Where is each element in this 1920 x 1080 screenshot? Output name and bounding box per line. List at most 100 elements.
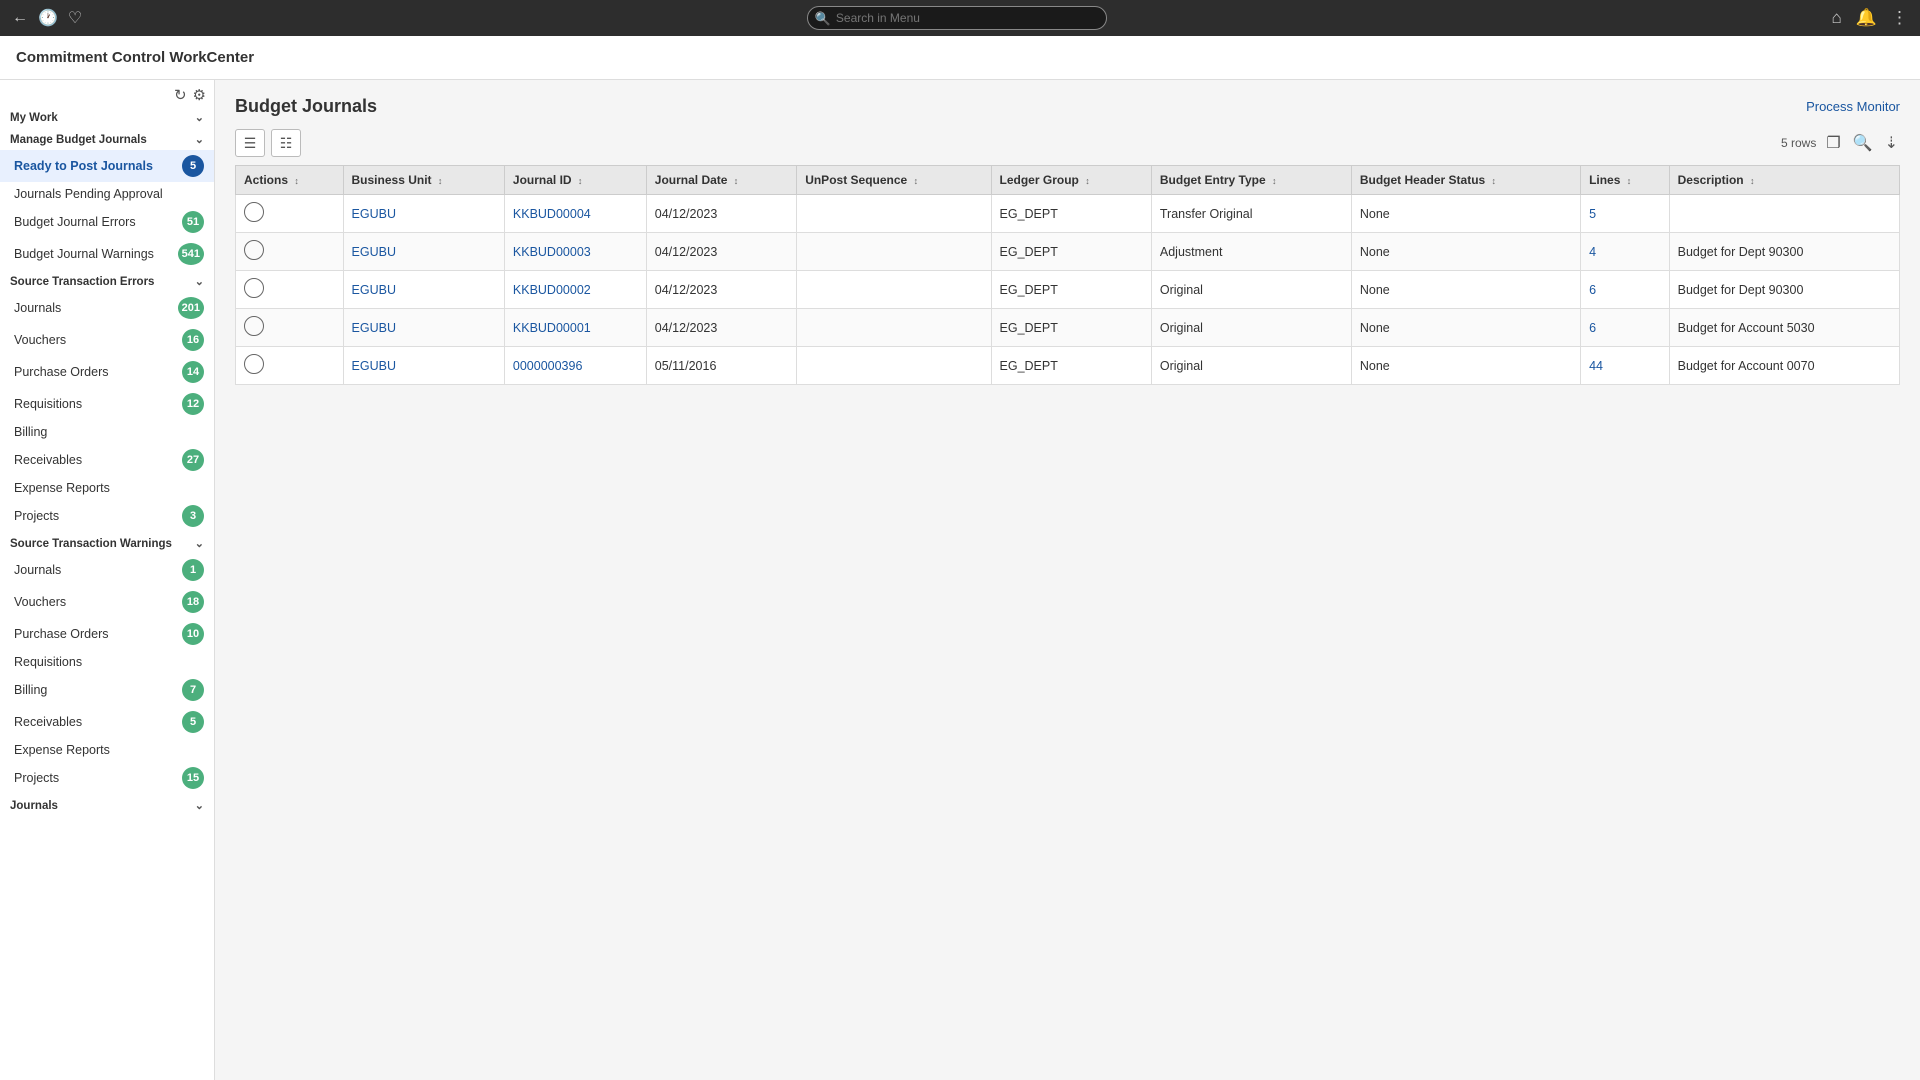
sidebar-item-vouchers-errors[interactable]: Vouchers 16 — [0, 324, 214, 356]
sort-journal-date[interactable]: ↕ — [734, 176, 739, 186]
sidebar-item-receivables-warnings[interactable]: Receivables 5 — [0, 706, 214, 738]
business-unit-link[interactable]: EGUBU — [352, 245, 396, 259]
source-warnings-section[interactable]: Source Transaction Warnings ⌄ — [0, 532, 214, 554]
view-toggle-btn[interactable]: ☰ — [235, 129, 265, 157]
manage-budget-section[interactable]: Manage Budget Journals ⌄ — [0, 128, 214, 150]
lines-link[interactable]: 44 — [1589, 359, 1603, 373]
action-circle-btn[interactable] — [244, 240, 264, 260]
col-actions[interactable]: Actions ↕ — [236, 166, 344, 195]
col-budget-header-status[interactable]: Budget Header Status ↕ — [1351, 166, 1580, 195]
action-circle-btn[interactable] — [244, 202, 264, 222]
journal-id-link[interactable]: 0000000396 — [513, 359, 583, 373]
cell-budget-entry-type: Transfer Original — [1151, 195, 1351, 233]
business-unit-link[interactable]: EGUBU — [352, 321, 396, 335]
my-work-chevron: ⌄ — [195, 111, 204, 124]
sidebar-item-po-errors[interactable]: Purchase Orders 14 — [0, 356, 214, 388]
journals-section[interactable]: Journals ⌄ — [0, 794, 214, 816]
sort-header-status[interactable]: ↕ — [1492, 176, 1497, 186]
sidebar-item-requisitions-warnings[interactable]: Requisitions — [0, 650, 214, 674]
sort-ledger[interactable]: ↕ — [1085, 176, 1090, 186]
sort-actions[interactable]: ↕ — [294, 176, 299, 186]
sort-journal-id[interactable]: ↕ — [578, 176, 583, 186]
journal-id-link[interactable]: KKBUD00002 — [513, 283, 591, 297]
cell-actions — [236, 347, 344, 385]
business-unit-link[interactable]: EGUBU — [352, 207, 396, 221]
ready-to-post-badge: 5 — [182, 155, 204, 177]
business-unit-link[interactable]: EGUBU — [352, 359, 396, 373]
history-icon[interactable]: 🕐 — [38, 8, 58, 28]
journal-id-link[interactable]: KKBUD00001 — [513, 321, 591, 335]
sidebar-item-journals-warnings[interactable]: Journals 1 — [0, 554, 214, 586]
col-description[interactable]: Description ↕ — [1669, 166, 1899, 195]
ready-to-post-label: Ready to Post Journals — [14, 159, 153, 173]
action-circle-btn[interactable] — [244, 354, 264, 374]
my-work-section[interactable]: My Work ⌄ — [0, 106, 214, 128]
action-circle-btn[interactable] — [244, 316, 264, 336]
manage-budget-label: Manage Budget Journals — [10, 134, 147, 146]
sidebar-collapse-handle[interactable]: ▮ — [214, 560, 215, 600]
source-errors-section[interactable]: Source Transaction Errors ⌄ — [0, 270, 214, 292]
sort-unpost[interactable]: ↕ — [914, 176, 919, 186]
sidebar-item-budget-warnings[interactable]: Budget Journal Warnings 541 — [0, 238, 214, 270]
source-warnings-label: Source Transaction Warnings — [10, 538, 172, 550]
sidebar-item-ready-to-post[interactable]: Ready to Post Journals 5 — [0, 150, 214, 182]
sort-lines[interactable]: ↕ — [1627, 176, 1632, 186]
col-lines[interactable]: Lines ↕ — [1581, 166, 1670, 195]
sort-entry-type[interactable]: ↕ — [1272, 176, 1277, 186]
action-circle-btn[interactable] — [244, 278, 264, 298]
lines-link[interactable]: 6 — [1589, 321, 1596, 335]
col-business-unit[interactable]: Business Unit ↕ — [343, 166, 504, 195]
sidebar-item-budget-errors[interactable]: Budget Journal Errors 51 — [0, 206, 214, 238]
search-menu-input[interactable] — [807, 6, 1107, 30]
search-btn[interactable]: 🔍 — [1851, 131, 1875, 155]
sidebar-item-projects-errors[interactable]: Projects 3 — [0, 500, 214, 532]
cell-description: Budget for Dept 90300 — [1669, 271, 1899, 309]
receivables-warnings-badge: 5 — [182, 711, 204, 733]
col-ledger-group[interactable]: Ledger Group ↕ — [991, 166, 1151, 195]
vouchers-errors-label: Vouchers — [14, 333, 66, 347]
sidebar-item-expense-reports-errors[interactable]: Expense Reports — [0, 476, 214, 500]
download-btn[interactable]: ⇣ — [1883, 131, 1900, 155]
po-errors-badge: 14 — [182, 361, 204, 383]
cell-lines: 6 — [1581, 271, 1670, 309]
settings-icon[interactable]: ⚙ — [193, 86, 206, 104]
more-icon[interactable]: ⋮ — [1891, 8, 1908, 28]
journals-errors-label: Journals — [14, 301, 61, 315]
journal-id-link[interactable]: KKBUD00004 — [513, 207, 591, 221]
journal-id-link[interactable]: KKBUD00003 — [513, 245, 591, 259]
expense-reports-errors-label: Expense Reports — [14, 481, 110, 495]
cell-journal-date: 04/12/2023 — [646, 195, 796, 233]
expand-btn[interactable]: ❐ — [1824, 131, 1842, 155]
sidebar-item-journals-pending[interactable]: Journals Pending Approval — [0, 182, 214, 206]
col-journal-id[interactable]: Journal ID ↕ — [504, 166, 646, 195]
sort-business-unit[interactable]: ↕ — [438, 176, 443, 186]
business-unit-link[interactable]: EGUBU — [352, 283, 396, 297]
sidebar-item-journals-errors[interactable]: Journals 201 — [0, 292, 214, 324]
sidebar-item-billing-warnings[interactable]: Billing 7 — [0, 674, 214, 706]
receivables-errors-badge: 27 — [182, 449, 204, 471]
filter-btn[interactable]: ☷ — [271, 129, 301, 157]
sidebar-item-projects-warnings[interactable]: Projects 15 — [0, 762, 214, 794]
process-monitor-link[interactable]: Process Monitor — [1806, 99, 1900, 114]
cell-description: Budget for Dept 90300 — [1669, 233, 1899, 271]
sort-description[interactable]: ↕ — [1750, 176, 1755, 186]
lines-link[interactable]: 6 — [1589, 283, 1596, 297]
sidebar-item-po-warnings[interactable]: Purchase Orders 10 — [0, 618, 214, 650]
col-unpost-sequence[interactable]: UnPost Sequence ↕ — [797, 166, 991, 195]
cell-budget-header-status: None — [1351, 233, 1580, 271]
sidebar-item-requisitions-errors[interactable]: Requisitions 12 — [0, 388, 214, 420]
sidebar-item-vouchers-warnings[interactable]: Vouchers 18 — [0, 586, 214, 618]
sidebar-item-expense-reports-warnings[interactable]: Expense Reports — [0, 738, 214, 762]
col-budget-entry-type[interactable]: Budget Entry Type ↕ — [1151, 166, 1351, 195]
bell-icon[interactable]: 🔔 — [1856, 8, 1877, 28]
cell-actions — [236, 309, 344, 347]
home-icon[interactable]: ⌂ — [1832, 8, 1842, 28]
back-icon[interactable]: ← — [12, 9, 28, 27]
lines-link[interactable]: 5 — [1589, 207, 1596, 221]
lines-link[interactable]: 4 — [1589, 245, 1596, 259]
sidebar-item-billing-errors[interactable]: Billing — [0, 420, 214, 444]
sidebar-item-receivables-errors[interactable]: Receivables 27 — [0, 444, 214, 476]
refresh-icon[interactable]: ↻ — [174, 86, 187, 104]
bookmark-icon[interactable]: ♡ — [68, 8, 82, 28]
col-journal-date[interactable]: Journal Date ↕ — [646, 166, 796, 195]
